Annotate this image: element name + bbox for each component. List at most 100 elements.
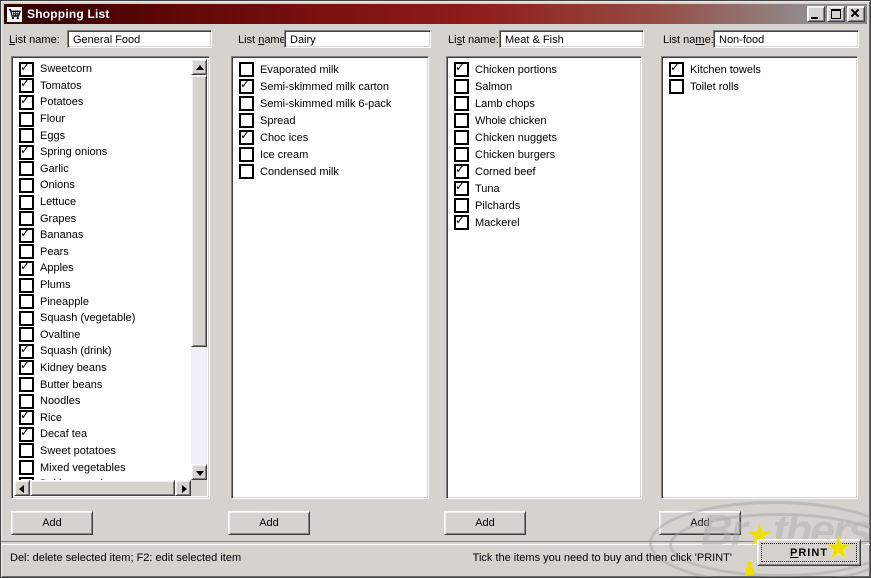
vertical-scrollbar[interactable] [191,59,207,480]
checkbox-unchecked-icon[interactable] [19,211,34,227]
checkbox-checked-icon[interactable] [454,60,469,77]
list-item[interactable]: Kitchen towels [664,60,855,78]
listbox-non-food[interactable]: Kitchen towels Toilet rolls [661,56,858,499]
checkbox-checked-icon[interactable] [454,179,469,196]
checkbox-unchecked-icon[interactable] [19,128,34,144]
list-item[interactable]: Onions [14,177,191,194]
add-button-meat-fish[interactable]: Add [444,511,526,535]
checkbox-unchecked-icon[interactable] [239,62,254,77]
checkbox-unchecked-icon[interactable] [239,96,254,111]
checkbox-checked-icon[interactable] [19,60,34,77]
listbox-meat-fish[interactable]: Chicken portions Salmon Lamb chops Whole ch… [446,56,642,499]
list-item[interactable]: Salmon [449,78,639,95]
list-item[interactable]: Sweetcorn [14,60,191,78]
checkbox-unchecked-icon[interactable] [19,177,34,193]
horizontal-scrollbar[interactable] [14,480,191,496]
list-item[interactable]: Garlic [14,161,191,178]
list-item[interactable]: Eggs [14,127,191,144]
add-button-general-food[interactable]: Add [11,511,93,535]
list-item[interactable]: Apples [14,259,191,277]
list-item[interactable]: Ovaltine [14,327,191,344]
scroll-left-button[interactable] [14,480,30,496]
add-button-dairy[interactable]: Add [228,511,310,535]
scroll-down-button[interactable] [191,464,207,480]
checkbox-checked-icon[interactable] [19,143,34,160]
checkbox-unchecked-icon[interactable] [19,294,34,310]
list-item[interactable]: Whole chicken [449,112,639,129]
list-item[interactable]: Mackerel [449,213,639,231]
list-item[interactable]: Condensed milk [234,163,426,180]
checkbox-unchecked-icon[interactable] [19,443,34,459]
list-item[interactable]: Potatoes [14,93,191,111]
list-item[interactable]: Sweet potatoes [14,443,191,460]
checkbox-unchecked-icon[interactable] [19,310,34,326]
close-button[interactable] [847,6,865,22]
checkbox-unchecked-icon[interactable] [239,164,254,179]
listbox-dairy[interactable]: Evaporated milk Semi-skimmed milk carton S… [231,56,429,499]
list-item[interactable]: Ice cream [234,146,426,163]
list-item[interactable]: Spread [234,112,426,129]
checkbox-checked-icon[interactable] [19,408,34,426]
list-item[interactable]: Squash (drink) [14,342,191,360]
list-item[interactable]: Butter beans [14,376,191,393]
list-item[interactable]: Pineapple [14,293,191,310]
checkbox-unchecked-icon[interactable] [19,393,34,409]
listbox-general-food[interactable]: Sweetcorn Tomatos Potatoes Flour Eggs Spring … [11,56,210,499]
checkbox-unchecked-icon[interactable] [454,113,469,128]
checkbox-unchecked-icon[interactable] [19,194,34,210]
checkbox-checked-icon[interactable] [19,342,34,359]
list-item[interactable]: Spring onions [14,143,191,161]
checkbox-unchecked-icon[interactable] [239,113,254,128]
list-name-input-2[interactable] [284,30,431,48]
horizontal-scroll-thumb[interactable] [30,480,175,496]
list-item[interactable]: Chicken nuggets [449,129,639,146]
list-item[interactable]: Tuna [449,179,639,197]
list-item[interactable]: Choc ices [234,128,426,146]
checkbox-unchecked-icon[interactable] [454,96,469,111]
list-item[interactable]: Toilet rolls [664,78,855,95]
print-button[interactable]: PRINT [757,539,861,566]
checkbox-unchecked-icon[interactable] [454,198,469,213]
list-item[interactable]: Chicken burgers [449,146,639,163]
checkbox-checked-icon[interactable] [19,358,34,376]
list-item[interactable]: Bananas [14,226,191,244]
checkbox-unchecked-icon[interactable] [19,111,34,127]
list-item[interactable]: Grapes [14,210,191,227]
minimize-button[interactable] [807,6,825,22]
list-item[interactable]: Kidney beans [14,358,191,377]
checkbox-unchecked-icon[interactable] [454,130,469,145]
list-item[interactable]: Decaf tea [14,425,191,443]
list-item[interactable]: Noodles [14,393,191,410]
checkbox-unchecked-icon[interactable] [19,327,34,343]
checkbox-checked-icon[interactable] [454,213,469,230]
checkbox-unchecked-icon[interactable] [454,79,469,94]
list-item[interactable]: Rice [14,408,191,426]
list-item[interactable]: Lettuce [14,194,191,211]
checkbox-unchecked-icon[interactable] [669,79,684,94]
list-item[interactable]: Evaporated milk [234,61,426,78]
list-item[interactable]: Chicken portions [449,60,639,78]
list-name-input-4[interactable] [713,30,859,48]
checkbox-checked-icon[interactable] [239,128,254,145]
checkbox-checked-icon[interactable] [19,425,34,442]
checkbox-unchecked-icon[interactable] [19,161,34,177]
checkbox-checked-icon[interactable] [19,259,34,276]
checkbox-checked-icon[interactable] [454,162,469,179]
scroll-up-button[interactable] [191,59,207,75]
list-item[interactable]: Flour [14,111,191,128]
scroll-right-button[interactable] [175,480,191,496]
checkbox-unchecked-icon[interactable] [19,460,34,476]
list-item[interactable]: Lamb chops [449,95,639,112]
list-item[interactable]: Semi-skimmed milk carton [234,77,426,95]
vertical-scroll-thumb[interactable] [191,75,207,347]
checkbox-checked-icon[interactable] [19,76,34,94]
list-item[interactable]: Tomatos [14,76,191,95]
checkbox-checked-icon[interactable] [239,77,254,94]
checkbox-unchecked-icon[interactable] [19,377,34,393]
list-name-input-1[interactable] [67,30,212,48]
list-item[interactable]: Pilchards [449,197,639,214]
checkbox-checked-icon[interactable] [669,60,684,77]
list-item[interactable]: Mixed vegetables [14,459,191,476]
checkbox-checked-icon[interactable] [19,226,34,243]
add-button-non-food[interactable]: Add [659,511,741,535]
